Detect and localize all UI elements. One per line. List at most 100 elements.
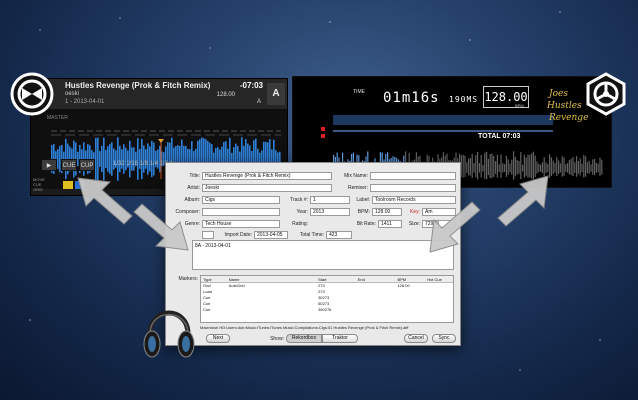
- rekordbox-wave-bar: [525, 157, 527, 176]
- rekordbox-wave-bar: [594, 158, 596, 176]
- rekordbox-wave-bar: [543, 157, 545, 177]
- bitrate-label: Bit Rate:: [356, 221, 376, 227]
- file-path: Macintosh HD:Users:dob:Music:iTunes:iTun…: [200, 325, 409, 330]
- show-rekordbox-toggle[interactable]: Rekordbox: [286, 334, 322, 343]
- rekordbox-total-time: TOTAL 07:03: [478, 133, 521, 140]
- markers-header-hotcue[interactable]: Hot Cue: [425, 276, 453, 282]
- rekordbox-wave-bar: [468, 158, 470, 176]
- rekordbox-wave-bar: [592, 159, 594, 175]
- traktor-track-date: 1 - 2013-04-01: [65, 99, 105, 105]
- rekordbox-wave-bar: [495, 161, 497, 174]
- traktor-cup-button[interactable]: CUP: [79, 159, 95, 171]
- bpm-label: BPM:: [357, 209, 370, 215]
- markers-table[interactable]: Type Name Start End BPM Hot Cue Grid Aut…: [200, 275, 454, 323]
- label-field[interactable]: Toolroom Records: [372, 196, 456, 204]
- rekordbox-wave-bar: [568, 160, 570, 175]
- table-row[interactable]: Cue 390276: [201, 307, 453, 313]
- cancel-button[interactable]: Cancel: [404, 334, 428, 343]
- track-number-label: Track #:: [290, 197, 308, 203]
- album-field[interactable]: Cigs: [202, 196, 280, 204]
- mix-name-field[interactable]: [370, 172, 456, 180]
- bitrate-field[interactable]: 1411: [378, 220, 402, 228]
- rating-label: Rating:: [292, 221, 308, 227]
- rekordbox-wave-bar: [482, 164, 484, 172]
- artwork-text-2: Hustles: [547, 101, 582, 111]
- rekordbox-wave-bar: [541, 162, 543, 173]
- rekordbox-wave-bar: [556, 157, 558, 177]
- composer-field[interactable]: [202, 208, 280, 216]
- traktor-side-labels: MOVE CUE GRID: [33, 177, 45, 192]
- import-date-label: Import Date:: [224, 232, 252, 238]
- markers-header-row: Type Name Start End BPM Hot Cue: [201, 276, 453, 283]
- track-number-field[interactable]: 1: [310, 196, 350, 204]
- rekordbox-wave-bar: [547, 163, 549, 173]
- rekordbox-wave-bar: [561, 156, 563, 177]
- rekordbox-wave-bar: [498, 164, 500, 172]
- artist-field[interactable]: Joeski: [202, 184, 332, 192]
- traktor-track-title: Hustles Revenge (Prok & Fitch Remix): [65, 81, 211, 90]
- rekordbox-wave-bar: [507, 159, 509, 175]
- rekordbox-wave-bar: [496, 154, 498, 178]
- artist-label: Artist:: [187, 185, 200, 191]
- markers-header-bpm[interactable]: BPM: [395, 276, 425, 282]
- table-cell: Cue: [203, 307, 211, 312]
- total-time-label: Total Time:: [299, 232, 324, 238]
- traktor-play-button[interactable]: ▶: [41, 159, 57, 171]
- import-date-field[interactable]: 2013-04-05: [254, 231, 288, 239]
- traktor-remaining-time: -07:03: [239, 81, 263, 90]
- genre-label: Genre:: [184, 221, 200, 227]
- rekordbox-wave-bar: [475, 155, 477, 178]
- rekordbox-wave-bar: [478, 163, 480, 173]
- rating-field[interactable]: [310, 220, 350, 228]
- rekordbox-wave-bar: [585, 156, 587, 177]
- traktor-hotcue-1[interactable]: [63, 181, 73, 189]
- rekordbox-wave-bar: [477, 151, 479, 180]
- rekordbox-wave-bar: [493, 155, 495, 177]
- markers-header-end[interactable]: End: [356, 276, 396, 282]
- color-swatch-field[interactable]: [202, 231, 214, 239]
- rekordbox-wave-bar: [480, 155, 482, 178]
- rekordbox-wave-bar: [518, 160, 520, 174]
- rekordbox-wave-bar: [471, 153, 473, 179]
- genre-field[interactable]: Tech House: [202, 220, 280, 228]
- traktor-cue-button[interactable]: CUE: [61, 159, 77, 171]
- bpm-field[interactable]: 128.00: [372, 208, 402, 216]
- show-traktor-toggle[interactable]: Traktor: [322, 334, 358, 343]
- traktor-bpm: 128.00: [216, 92, 235, 98]
- markers-header-start[interactable]: Start: [316, 276, 356, 282]
- rekordbox-wave-bar: [572, 157, 574, 177]
- remixer-field[interactable]: [370, 184, 456, 192]
- rekordbox-wave-bar: [500, 154, 502, 178]
- title-field[interactable]: Hustles Revenge (Prok & Fitch Remix): [202, 172, 332, 180]
- composer-label: Composer:: [175, 209, 200, 215]
- comment-textarea[interactable]: 8A - 2013-04-01: [192, 240, 454, 270]
- next-button[interactable]: Next: [206, 334, 230, 343]
- rekordbox-wave-bar: [599, 157, 601, 176]
- rekordbox-wave-bar: [565, 164, 567, 172]
- markers-header-name[interactable]: Name: [227, 276, 316, 282]
- rekordbox-wave-bar: [516, 159, 518, 175]
- traktor-hotcue-2[interactable]: [75, 181, 85, 189]
- sync-button[interactable]: Sync: [432, 334, 456, 343]
- traktor-deck-letter[interactable]: A: [267, 83, 285, 105]
- size-field[interactable]: 72979: [422, 220, 456, 228]
- table-cell: [356, 307, 396, 313]
- total-time-field[interactable]: 423: [326, 231, 352, 239]
- rekordbox-wave-bar: [527, 154, 529, 178]
- rekordbox-logo-icon: [586, 72, 626, 116]
- size-label: Size:: [408, 221, 420, 227]
- key-field[interactable]: Am: [422, 208, 456, 216]
- traktor-key: A: [256, 99, 261, 105]
- rekordbox-wave-bar: [489, 153, 491, 179]
- year-field[interactable]: 2013: [310, 208, 350, 216]
- rekordbox-wave-bar: [563, 157, 565, 176]
- rekordbox-wave-bar: [583, 154, 585, 178]
- rekordbox-wave-bar: [586, 162, 588, 174]
- rekordbox-wave-bar: [601, 159, 603, 175]
- rekordbox-wave-bar: [513, 151, 515, 180]
- rekordbox-wave-bar: [554, 162, 556, 173]
- markers-header-type[interactable]: Type: [201, 276, 227, 282]
- artwork-text-1: Joes: [549, 89, 568, 99]
- traktor-deck-header: Hustles Revenge (Prok & Fitch Remix) oes…: [31, 79, 287, 109]
- artwork-text-3: Revenge: [549, 113, 589, 123]
